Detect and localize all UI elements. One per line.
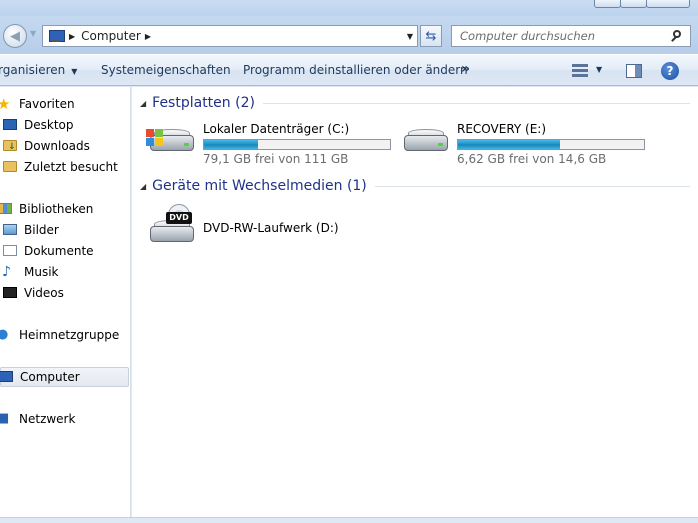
nav-item-favorites[interactable]: ★ Favoriten [0,94,130,114]
nav-item-downloads[interactable]: ↓ Downloads [0,136,130,156]
drive-usage-fill [204,140,258,149]
search-icon[interactable] [671,29,685,43]
collapse-triangle-icon[interactable]: ◢ [140,99,146,108]
nav-item-homegroup[interactable]: ● Heimnetzgruppe [0,325,130,345]
drive-item-c[interactable]: Lokaler Datenträger (C:) 79,1 GB frei vo… [146,119,408,166]
close-button[interactable] [646,0,690,8]
libraries-icon [0,201,15,217]
collapse-triangle-icon[interactable]: ◢ [140,182,146,191]
organize-button[interactable]: rganisieren ▼ [0,63,77,77]
system-properties-button[interactable]: Systemeigenschaften [101,63,231,77]
breadcrumb-arrow-icon[interactable]: ▶ [69,32,75,41]
refresh-button[interactable]: ⇆ [420,25,442,47]
title-bar [0,0,698,16]
drive-usage-bar [203,139,391,150]
homegroup-icon: ● [0,327,9,342]
drive-name: DVD-RW-Laufwerk (D:) [203,221,339,235]
nav-item-network[interactable]: ■ Netzwerk [0,409,130,429]
drive-free-space: 6,62 GB frei von 14,6 GB [457,152,607,166]
back-arrow-icon: ◀ [10,28,20,44]
drive-usage-bar [457,139,645,150]
nav-item-documents[interactable]: Dokumente [0,241,130,261]
documents-icon [2,243,20,259]
drive-usage-fill [458,140,561,149]
nav-item-videos[interactable]: Videos [0,283,130,303]
nav-item-music[interactable]: ♪ Musik [0,262,130,282]
group-header-hard-disks[interactable]: ◢ Festplatten (2) [140,93,690,113]
recent-places-icon [2,159,20,175]
command-bar: rganisieren ▼ Systemeigenschaften Program… [0,54,698,86]
chevron-down-icon: ▼ [71,67,78,76]
downloads-folder-icon: ↓ [2,138,20,154]
refresh-icon: ⇆ [425,28,437,44]
nav-item-libraries[interactable]: Bibliotheken [0,199,130,219]
film-icon [2,285,20,301]
dvd-drive-icon: DVD [148,204,196,242]
network-icon: ■ [0,411,10,426]
computer-icon [47,29,65,43]
hard-drive-icon [402,119,450,157]
search-box[interactable] [451,25,691,47]
nav-item-computer[interactable]: Computer [0,367,129,387]
drive-item-e[interactable]: RECOVERY (E:) 6,62 GB frei von 14,6 GB [402,119,672,166]
help-icon[interactable]: ? [661,62,679,80]
nav-item-pictures[interactable]: Bilder [0,220,130,240]
caption-buttons [594,0,690,8]
drive-free-space: 79,1 GB frei von 111 GB [203,152,349,166]
content-area: ◢ Festplatten (2) Lokaler Datenträger (C… [132,87,698,517]
search-input[interactable] [458,26,663,46]
address-dropdown-icon[interactable]: ▼ [407,32,413,41]
star-icon: ★ [0,95,11,113]
minimize-button[interactable] [594,0,621,8]
uninstall-program-button[interactable]: Programm deinstallieren oder ändern [243,63,468,77]
breadcrumb-computer[interactable]: Computer [81,29,141,43]
history-dropdown-icon[interactable]: ▼ [30,29,40,43]
computer-icon [0,369,16,385]
breadcrumb-arrow-icon[interactable]: ▶ [145,32,151,41]
drive-name: RECOVERY (E:) [457,122,547,136]
navigation-pane: ★ Favoriten Desktop ↓ Downloads Zuletzt … [0,87,131,517]
desktop-icon [2,117,20,133]
group-divider [262,102,690,104]
address-row: ◀ ▼ ▶ Computer ▶ ▼ ⇆ [0,16,698,54]
nav-item-desktop[interactable]: Desktop [0,115,130,135]
music-note-icon: ♪ [2,264,11,280]
drive-item-d[interactable]: DVD DVD-RW-Laufwerk (D:) [148,204,408,250]
group-header-removable[interactable]: ◢ Geräte mit Wechselmedien (1) [140,176,690,196]
maximize-button[interactable] [620,0,647,8]
group-divider [374,185,690,187]
preview-pane-icon[interactable] [626,64,642,78]
address-bar[interactable]: ▶ Computer ▶ ▼ [42,25,418,47]
nav-item-recent[interactable]: Zuletzt besucht [0,157,130,177]
view-dropdown-icon[interactable]: ▼ [596,65,602,74]
more-commands-button[interactable]: » [461,61,470,77]
hard-drive-windows-icon [146,119,196,157]
pictures-icon [2,222,20,238]
back-button[interactable]: ◀ [3,24,27,48]
change-view-icon[interactable] [572,64,588,78]
status-bar [0,517,698,523]
drive-name: Lokaler Datenträger (C:) [203,122,350,136]
